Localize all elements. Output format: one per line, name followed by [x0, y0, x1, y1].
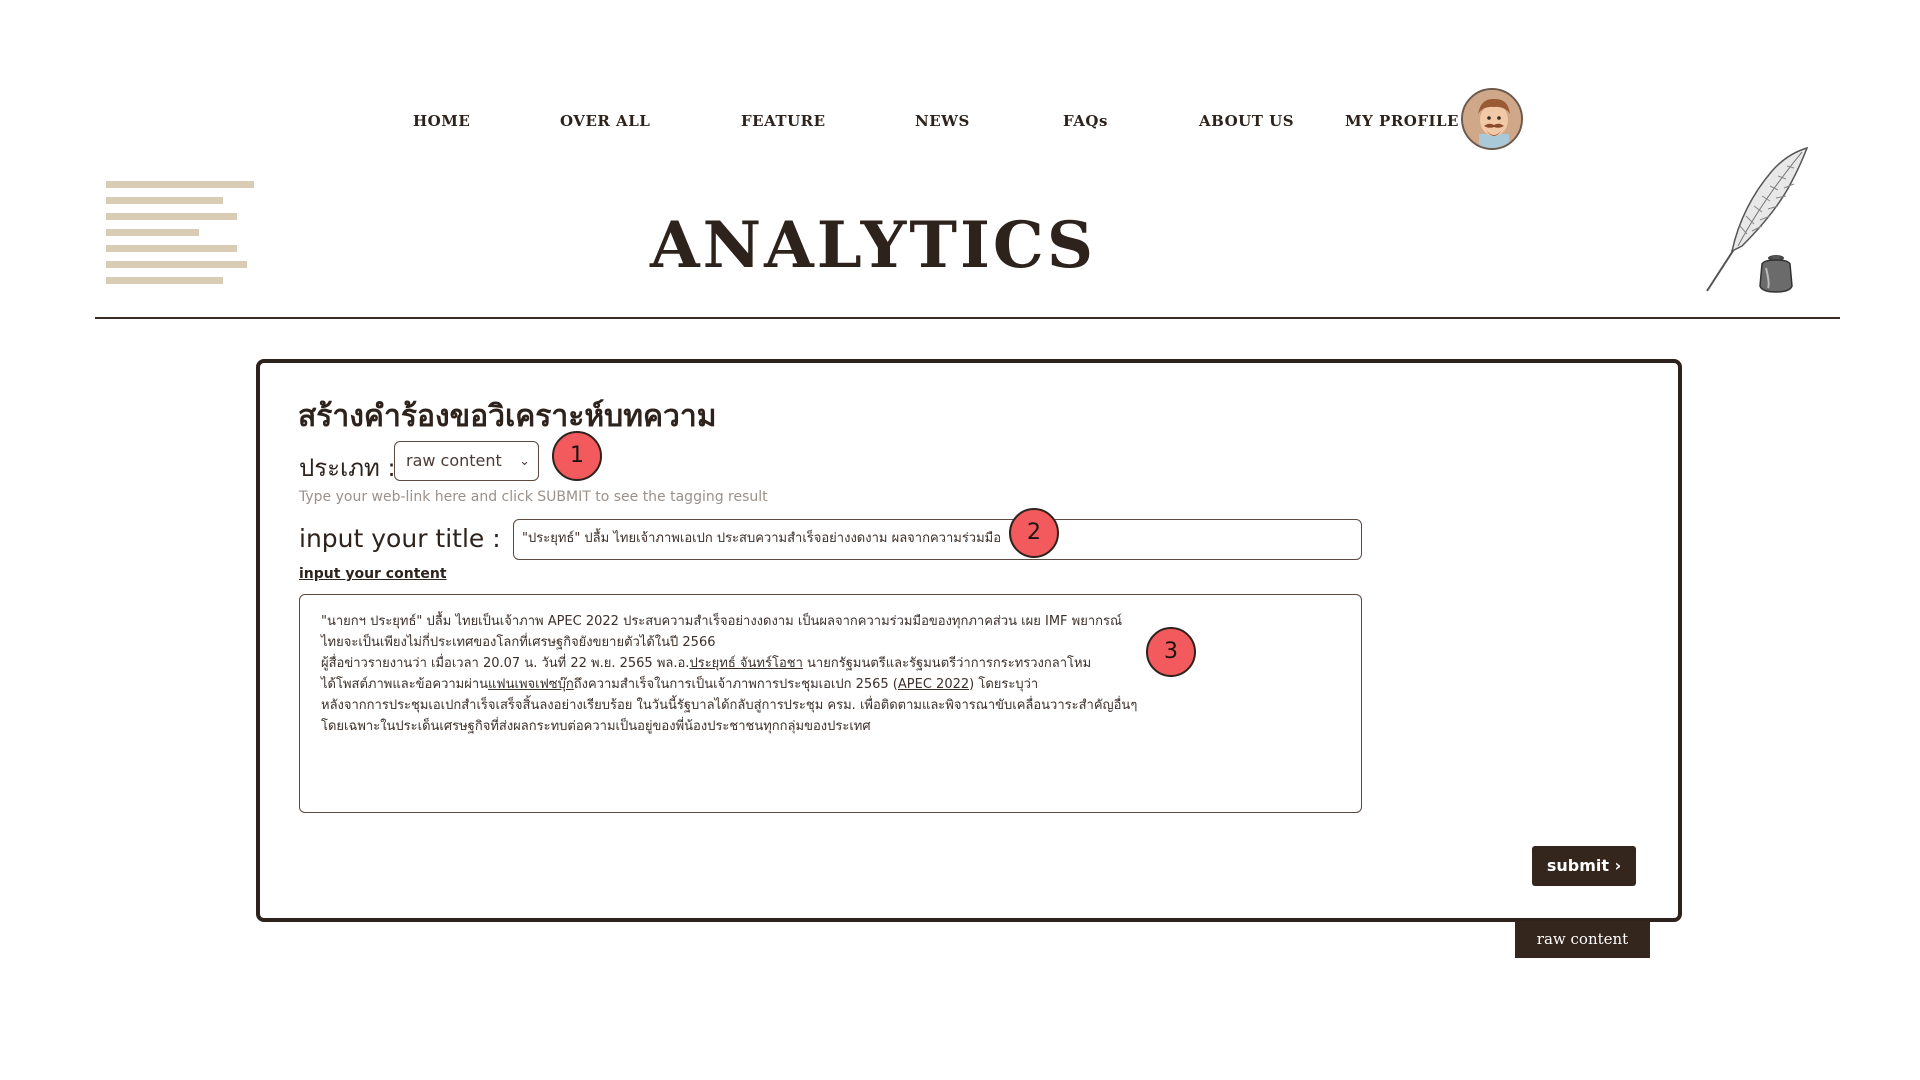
profile-avatar[interactable] — [1461, 88, 1523, 150]
nav-home[interactable]: HOME — [413, 112, 470, 130]
type-select[interactable]: raw content ⌄ — [394, 441, 539, 481]
content-link-fanpage[interactable]: แฟนเพจเฟซบุ๊ก — [488, 677, 574, 692]
content-line: โดยเฉพาะในประเด็นเศรษฐกิจที่ส่งผลกระทบต่… — [321, 719, 871, 734]
annotation-badge-2: 2 — [1009, 508, 1059, 558]
chevron-down-icon: ⌄ — [519, 454, 530, 469]
raw-content-chip: raw content — [1515, 921, 1650, 958]
nav-faqs[interactable]: FAQs — [1063, 112, 1108, 130]
nav-over-all[interactable]: OVER ALL — [560, 112, 650, 130]
type-select-value: raw content — [406, 451, 502, 470]
content-text: ) โดยระบุว่า — [969, 677, 1039, 692]
nav-my-profile[interactable]: MY PROFILE — [1345, 112, 1459, 130]
content-line: ผู้สื่อข่าวรายงานว่า เมื่อเวลา 20.07 น. … — [321, 653, 1361, 674]
quill-inkwell-icon — [1702, 146, 1812, 296]
title-input[interactable]: "ประยุทธ์" ปลื้ม ไทยเจ้าภาพเอเปก ประสบคว… — [513, 519, 1362, 560]
type-label: ประเภท : — [299, 454, 396, 482]
header-divider — [95, 317, 1840, 319]
top-nav: HOME OVER ALL FEATURE NEWS FAQs ABOUT US… — [0, 86, 1920, 152]
content-textarea[interactable]: "นายกฯ ประยุทธ์" ปลื้ม ไทยเป็นเจ้าภาพ AP… — [299, 594, 1362, 813]
nav-feature[interactable]: FEATURE — [741, 112, 826, 130]
content-line: หลังจากการประชุมเอเปกสำเร็จเสร็จสิ้นลงอย… — [321, 698, 1138, 713]
annotation-badge-3: 3 — [1146, 627, 1196, 677]
content-line: ไทยจะเป็นเพียงไม่กี่ประเทศของโลกที่เศรษฐ… — [321, 635, 716, 650]
content-text: ผู้สื่อข่าวรายงานว่า เมื่อเวลา 20.07 น. … — [321, 656, 690, 671]
submit-button[interactable]: submit › — [1532, 846, 1636, 886]
annotation-badge-1: 1 — [552, 431, 602, 481]
title-label: input your title : — [299, 524, 501, 553]
nav-about-us[interactable]: ABOUT US — [1199, 112, 1294, 130]
content-link-apec[interactable]: APEC 2022 — [898, 677, 969, 692]
content-link-prayut[interactable]: ประยุทธ์ จันทร์โอชา — [689, 656, 802, 671]
content-text: ถึงความสำเร็จในการเป็นเจ้าภาพการประชุมเอ… — [573, 677, 898, 692]
page-title: ANALYTICS — [649, 208, 1097, 283]
content-line: "นายกฯ ประยุทธ์" ปลื้ม ไทยเป็นเจ้าภาพ AP… — [321, 614, 1123, 629]
avatar-illustration — [1463, 90, 1521, 148]
hamburger-lines-icon[interactable] — [106, 181, 256, 289]
hint-text: Type your web-link here and click SUBMIT… — [299, 489, 768, 505]
content-text: ได้โพสต์ภาพและข้อความผ่าน — [321, 677, 489, 692]
form-heading: สร้างคำร้องขอวิเคราะห์บทความ — [298, 399, 717, 434]
content-text: นายกรัฐมนตรีและรัฐมนตรีว่าการกระทรวงกลาโ… — [802, 656, 1092, 671]
nav-news[interactable]: NEWS — [915, 112, 970, 130]
content-line: ได้โพสต์ภาพและข้อความผ่านแฟนเพจเฟซบุ๊กถึ… — [321, 674, 1361, 695]
content-label: input your content — [299, 566, 447, 582]
